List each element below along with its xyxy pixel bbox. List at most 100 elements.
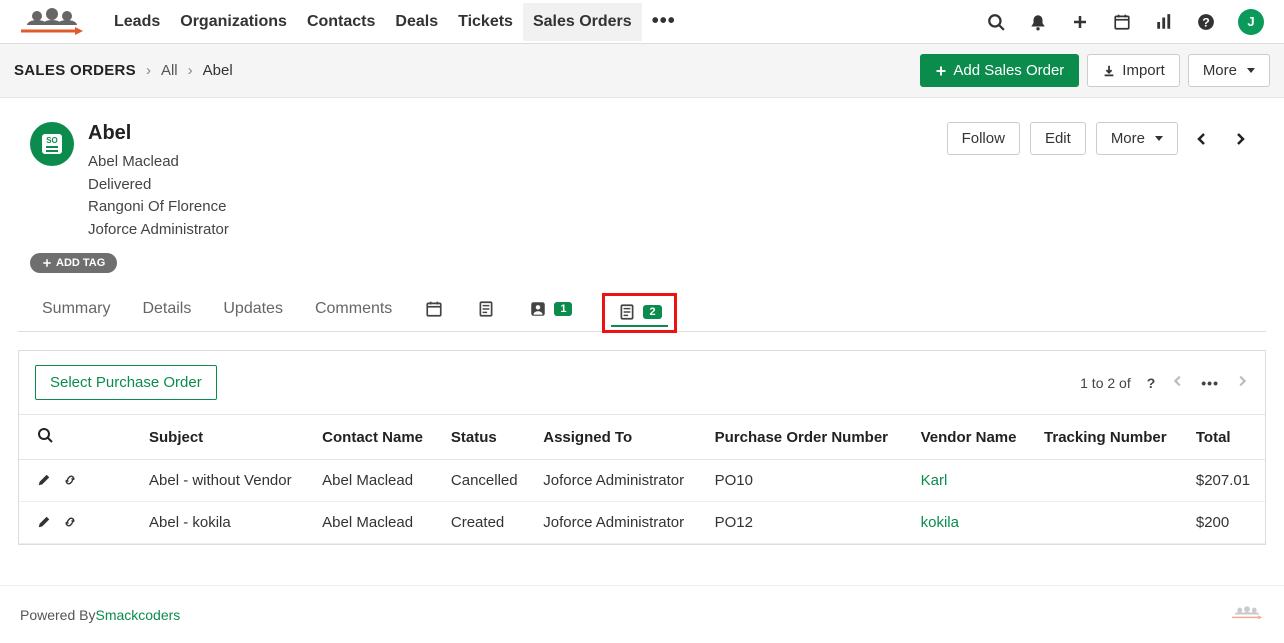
tab-purchase-orders[interactable]: 2 [602, 293, 676, 333]
tab-updates[interactable]: Updates [221, 292, 285, 330]
document-icon [476, 299, 496, 319]
more-button[interactable]: More [1188, 54, 1270, 87]
svg-text:SO: SO [46, 136, 58, 145]
col-total[interactable]: Total [1186, 415, 1265, 460]
chevron-right-icon: › [188, 62, 193, 79]
col-status[interactable]: Status [441, 415, 533, 460]
search-icon[interactable] [986, 12, 1006, 32]
search-column-header[interactable] [19, 415, 139, 460]
nav-tickets[interactable]: Tickets [448, 3, 523, 41]
breadcrumb-current: Abel [203, 62, 233, 79]
caret-down-icon [1247, 68, 1255, 73]
bell-icon[interactable] [1028, 12, 1048, 32]
cell-status: Cancelled [441, 460, 533, 502]
add-sales-order-button[interactable]: Add Sales Order [920, 54, 1079, 87]
nav-items: Leads Organizations Contacts Deals Ticke… [104, 3, 686, 41]
footer-brand-link[interactable]: Smackcoders [95, 607, 180, 623]
col-contact[interactable]: Contact Name [312, 415, 441, 460]
paging-info: 1 to 2 of ? ••• [1080, 374, 1249, 391]
prev-page-button[interactable] [1171, 374, 1185, 391]
tab-activities[interactable] [422, 291, 446, 331]
tab-comments[interactable]: Comments [313, 292, 394, 330]
import-button[interactable]: Import [1087, 54, 1180, 87]
cell-tracking [1034, 460, 1186, 502]
col-po-number[interactable]: Purchase Order Number [705, 415, 911, 460]
cell-subject: Abel - kokila [139, 502, 312, 544]
tab-invoices[interactable]: 1 [526, 291, 574, 331]
panel-toolbar: Select Purchase Order 1 to 2 of ? ••• [19, 351, 1265, 414]
record-title: Abel [88, 122, 229, 145]
select-purchase-order-button[interactable]: Select Purchase Order [35, 365, 217, 400]
nav-sales-orders[interactable]: Sales Orders [523, 3, 642, 41]
calendar-icon [424, 299, 444, 319]
table-row[interactable]: Abel - kokilaAbel MacleadCreatedJoforce … [19, 502, 1265, 544]
table-row[interactable]: Abel - without VendorAbel MacleadCancell… [19, 460, 1265, 502]
plus-icon [42, 258, 52, 268]
footer-logo-icon [1230, 602, 1264, 627]
record-actions: Follow Edit More [947, 122, 1254, 155]
record-org: Rangoni Of Florence [88, 196, 229, 219]
cell-total: $200 [1186, 502, 1265, 544]
cell-vendor[interactable]: kokila [911, 502, 1034, 544]
nav-more[interactable]: ••• [642, 10, 686, 33]
cell-po-number: PO10 [705, 460, 911, 502]
tab-details[interactable]: Details [140, 292, 193, 330]
record-status: Delivered [88, 174, 229, 197]
breadcrumb: SALES ORDERS › All › Abel [14, 62, 233, 79]
breadcrumb-root[interactable]: SALES ORDERS [14, 62, 136, 79]
import-label: Import [1122, 62, 1165, 79]
cell-contact: Abel Maclead [312, 502, 441, 544]
paging-range: 1 to 2 of [1080, 375, 1131, 391]
app-logo[interactable] [8, 5, 96, 39]
table-header-row: Subject Contact Name Status Assigned To … [19, 415, 1265, 460]
caret-down-icon [1155, 136, 1163, 141]
unlink-row-icon[interactable] [63, 473, 79, 489]
breadcrumb-all[interactable]: All [161, 62, 178, 79]
cell-po-number: PO12 [705, 502, 911, 544]
download-icon [1102, 64, 1116, 78]
record-more-button[interactable]: More [1096, 122, 1178, 155]
cell-vendor[interactable]: Karl [911, 460, 1034, 502]
add-tag-button[interactable]: ADD TAG [30, 253, 117, 273]
user-avatar[interactable]: J [1238, 9, 1264, 35]
reports-icon[interactable] [1154, 12, 1174, 32]
cell-assigned: Joforce Administrator [533, 502, 704, 544]
help-icon[interactable] [1196, 12, 1216, 32]
cell-tracking [1034, 502, 1186, 544]
top-nav: Leads Organizations Contacts Deals Ticke… [0, 0, 1284, 44]
nav-leads[interactable]: Leads [104, 3, 170, 41]
tab-summary[interactable]: Summary [40, 292, 112, 330]
search-icon [37, 427, 53, 443]
add-sales-order-label: Add Sales Order [953, 62, 1064, 79]
record-type-icon: SO [30, 122, 74, 166]
cell-total: $207.01 [1186, 460, 1265, 502]
next-record-button[interactable] [1226, 125, 1254, 153]
record-more-label: More [1111, 130, 1145, 147]
calendar-icon[interactable] [1112, 12, 1132, 32]
edit-row-icon[interactable] [37, 473, 53, 489]
chevron-right-icon: › [146, 62, 151, 79]
col-assigned[interactable]: Assigned To [533, 415, 704, 460]
nav-organizations[interactable]: Organizations [170, 3, 297, 41]
tab-documents[interactable] [474, 291, 498, 331]
nav-deals[interactable]: Deals [385, 3, 448, 41]
breadcrumb-bar: SALES ORDERS › All › Abel Add Sales Orde… [0, 44, 1284, 98]
plus-icon[interactable] [1070, 12, 1090, 32]
edit-button[interactable]: Edit [1030, 122, 1086, 155]
record-contact: Abel Maclead [88, 151, 229, 174]
paging-total-unknown[interactable]: ? [1147, 375, 1156, 391]
next-page-button[interactable] [1235, 374, 1249, 391]
footer-powered: Powered By [20, 607, 95, 623]
prev-record-button[interactable] [1188, 125, 1216, 153]
col-subject[interactable]: Subject [139, 415, 312, 460]
cell-status: Created [441, 502, 533, 544]
page-jump-button[interactable]: ••• [1201, 375, 1219, 391]
unlink-row-icon[interactable] [63, 515, 79, 531]
col-tracking[interactable]: Tracking Number [1034, 415, 1186, 460]
col-vendor[interactable]: Vendor Name [911, 415, 1034, 460]
nav-contacts[interactable]: Contacts [297, 3, 385, 41]
follow-button[interactable]: Follow [947, 122, 1020, 155]
edit-row-icon[interactable] [37, 515, 53, 531]
record-info: Abel Abel Maclead Delivered Rangoni Of F… [88, 122, 229, 241]
po-icon [617, 302, 637, 322]
